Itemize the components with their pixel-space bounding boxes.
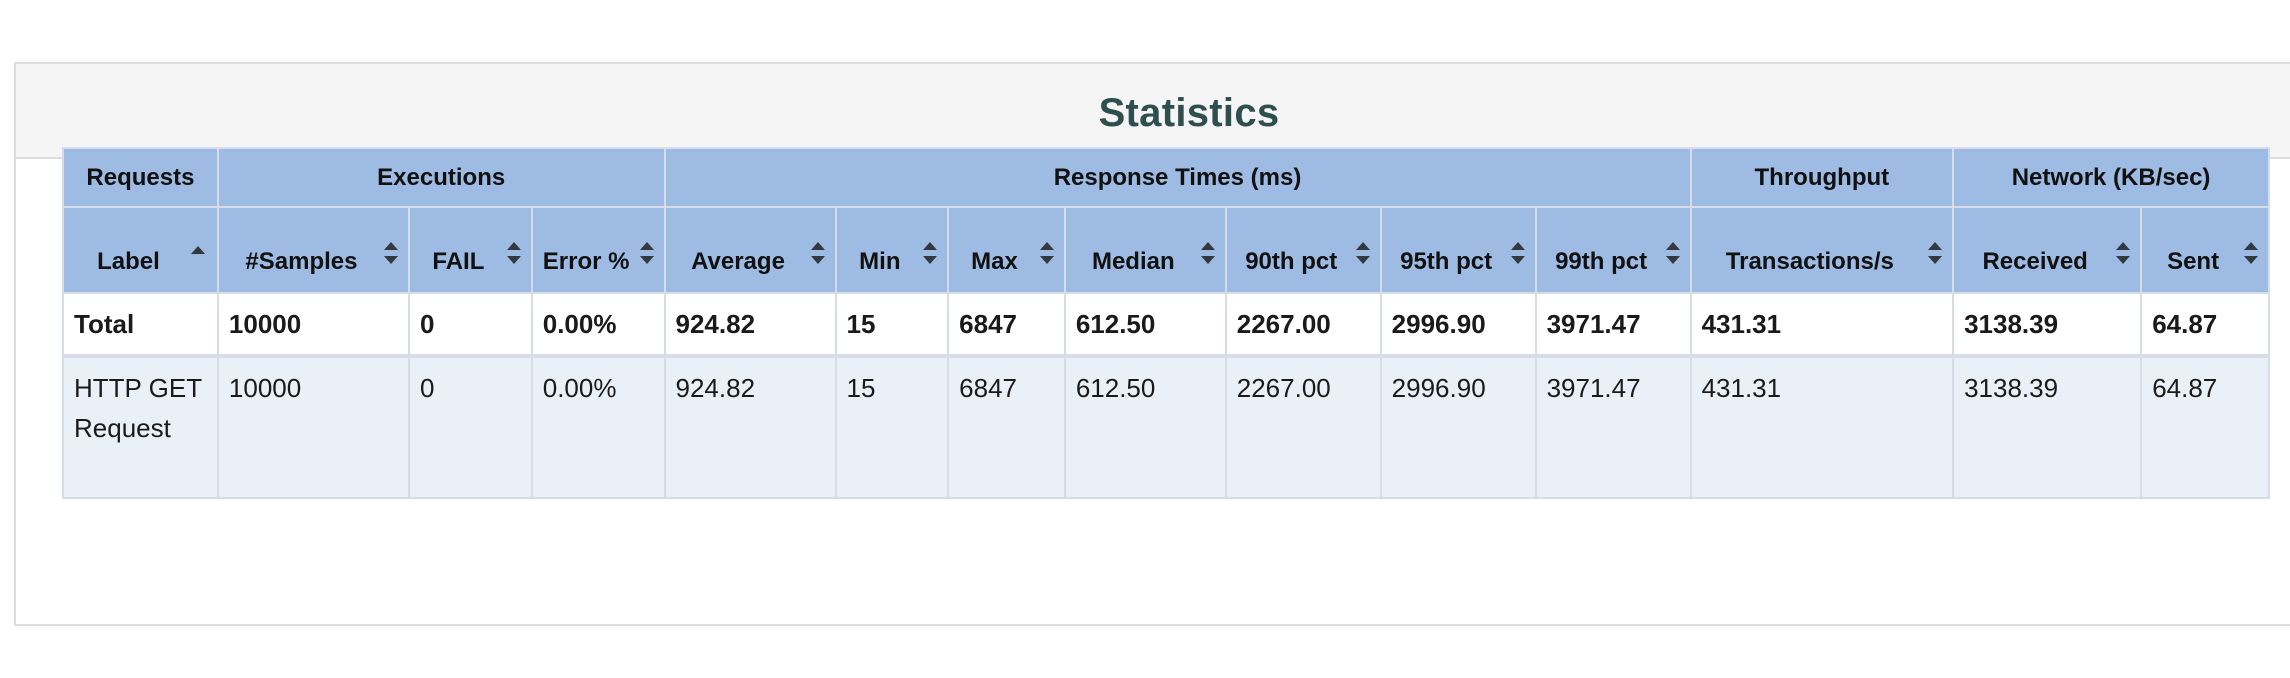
sort-icon[interactable] [639, 242, 654, 264]
cell-90th-pct: 2267.00 [1224, 355, 1382, 499]
column-header-95th-pct[interactable]: 95th pct [1379, 206, 1537, 294]
column-header-error-pct[interactable]: Error % [530, 206, 666, 294]
cell-median: 612.50 [1063, 292, 1227, 358]
column-header-max-text: Max [971, 248, 1018, 275]
column-header-average[interactable]: Average [663, 206, 837, 294]
column-header-received[interactable]: Received [1952, 206, 2143, 294]
group-header-throughput: Throughput [1689, 147, 1955, 208]
cell-95th-pct: 2996.90 [1379, 292, 1537, 358]
group-header-response-times: Response Times (ms) [663, 147, 1692, 208]
cell-received: 3138.39 [1952, 292, 2143, 358]
sort-icon[interactable] [384, 242, 399, 264]
column-header-received-text: Received [1982, 248, 2088, 275]
column-header-average-text: Average [691, 248, 785, 275]
column-header-label[interactable]: Label [62, 206, 219, 294]
group-header-network: Network (KB/sec) [1952, 147, 2270, 208]
cell-median: 612.50 [1063, 355, 1227, 499]
cell-max: 6847 [947, 292, 1066, 358]
cell-fail: 0 [408, 355, 533, 499]
sort-ascending-icon[interactable] [190, 246, 205, 254]
column-header-median-text: Median [1091, 248, 1175, 275]
header-column-row: Label #Samples FAIL Error % Average Min [62, 206, 2270, 294]
cell-label: HTTP GET Request [62, 355, 219, 499]
cell-transactions: 431.31 [1689, 292, 1955, 358]
cell-min: 15 [834, 292, 950, 358]
cell-95th-pct: 2996.90 [1379, 355, 1537, 499]
panel-title: Statistics [1098, 91, 1280, 135]
sort-icon[interactable] [2116, 242, 2131, 264]
table-row-total: Total 10000 0 0.00% 924.82 15 6847 612.5… [62, 292, 2270, 358]
cell-99th-pct: 3971.47 [1534, 355, 1692, 499]
column-header-max[interactable]: Max [947, 206, 1066, 294]
cell-samples: 10000 [216, 355, 411, 499]
cell-99th-pct: 3971.47 [1534, 292, 1692, 358]
column-header-samples[interactable]: #Samples [216, 206, 411, 294]
column-header-error-pct-text: Error % [542, 248, 630, 275]
cell-received: 3138.39 [1952, 355, 2143, 499]
sort-icon[interactable] [810, 242, 825, 264]
column-header-min-text: Min [859, 248, 901, 275]
sort-icon[interactable] [1039, 242, 1054, 264]
cell-sent: 64.87 [2140, 355, 2270, 499]
cell-sent: 64.87 [2140, 292, 2270, 358]
column-header-samples-text: #Samples [245, 248, 358, 275]
cell-90th-pct: 2267.00 [1224, 292, 1382, 358]
cell-transactions: 431.31 [1689, 355, 1955, 499]
column-header-label-text: Label [97, 248, 160, 275]
column-header-fail-text: FAIL [432, 248, 485, 275]
cell-error-pct: 0.00% [530, 292, 666, 358]
cell-average: 924.82 [663, 355, 837, 499]
cell-fail: 0 [408, 292, 533, 358]
column-header-99th-pct[interactable]: 99th pct [1534, 206, 1692, 294]
column-header-fail[interactable]: FAIL [408, 206, 533, 294]
sort-icon[interactable] [1355, 242, 1370, 264]
cell-samples: 10000 [216, 292, 411, 358]
cell-label: Total [62, 292, 219, 358]
sort-icon[interactable] [506, 242, 521, 264]
column-header-transactions-text: Transactions/s [1725, 248, 1894, 275]
column-header-90th-pct-text: 90th pct [1245, 248, 1338, 275]
column-header-min[interactable]: Min [834, 206, 950, 294]
sort-icon[interactable] [1200, 242, 1215, 264]
column-header-transactions[interactable]: Transactions/s [1689, 206, 1955, 294]
sort-icon[interactable] [923, 242, 938, 264]
sort-icon[interactable] [2244, 242, 2258, 264]
sort-icon[interactable] [1665, 242, 1680, 264]
cell-error-pct: 0.00% [530, 355, 666, 499]
column-header-90th-pct[interactable]: 90th pct [1224, 206, 1382, 294]
column-header-median[interactable]: Median [1063, 206, 1227, 294]
cell-average: 924.82 [663, 292, 837, 358]
cell-max: 6847 [947, 355, 1066, 499]
table-row: HTTP GET Request 10000 0 0.00% 924.82 15… [62, 355, 2270, 499]
group-header-executions: Executions [216, 147, 666, 208]
column-header-99th-pct-text: 99th pct [1555, 248, 1648, 275]
sort-icon[interactable] [1928, 242, 1943, 264]
group-header-requests: Requests [62, 147, 219, 208]
column-header-sent[interactable]: Sent [2140, 206, 2270, 294]
statistics-panel-heading: Statistics [16, 64, 2290, 159]
header-group-row: Requests Executions Response Times (ms) … [62, 147, 2270, 208]
column-header-95th-pct-text: 95th pct [1400, 248, 1493, 275]
column-header-sent-text: Sent [2167, 248, 2220, 275]
statistics-table: Requests Executions Response Times (ms) … [62, 147, 2270, 499]
cell-min: 15 [834, 355, 950, 499]
sort-icon[interactable] [1510, 242, 1525, 264]
